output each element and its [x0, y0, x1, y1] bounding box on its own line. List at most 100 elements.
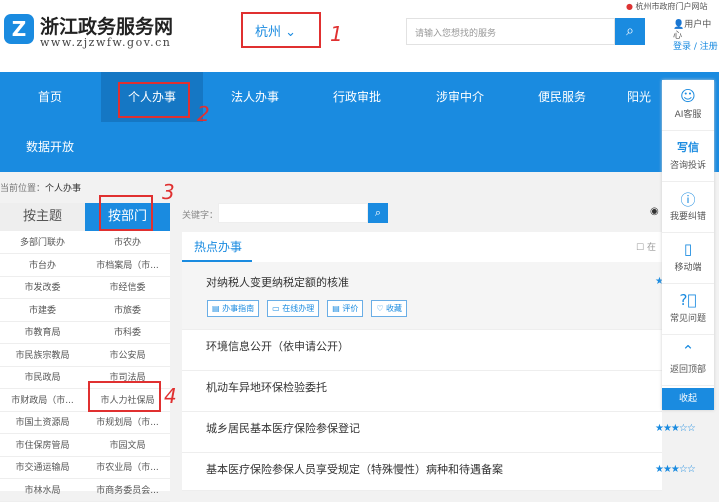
item-actions: ▤ 办事指南 ▭ 在线办理 ▤ 评价 ♡ 收藏 [207, 300, 415, 317]
annotation-box-2 [118, 82, 190, 118]
logo-url: www.zjzwfw.gov.cn [40, 36, 172, 49]
item-title[interactable]: 机动车异地环保检验委托 [206, 381, 327, 394]
nav-open-data[interactable]: 数据开放 [0, 122, 100, 172]
department-item[interactable]: 市经信委 [85, 277, 170, 299]
online-filter-label: 在 [646, 243, 656, 253]
keyword-input[interactable] [218, 203, 368, 223]
department-item[interactable]: 市园文局 [85, 435, 170, 457]
list-item[interactable]: 机动车异地环保检验委托 [182, 371, 662, 412]
back-to-top-icon: ⌃ [681, 342, 695, 360]
mobile-button[interactable]: ▯ 移动端 [662, 233, 714, 284]
gov-portal-link[interactable]: ● 杭州市政府门户网站 [626, 1, 708, 12]
department-item[interactable]: 市台办 [0, 255, 85, 277]
department-item[interactable]: 市旅委 [85, 300, 170, 322]
report-error-button[interactable]: ⓘ 我要纠错 [662, 182, 714, 233]
faq-label: 常见问题 [669, 314, 706, 324]
online-filter-checkbox[interactable]: ☐ 在 [636, 240, 656, 253]
collapse-button[interactable]: 收起 [662, 388, 714, 410]
list-item[interactable]: 对纳税人变更纳税定额的核准 [182, 262, 662, 330]
nav-admin-approval[interactable]: 行政审批 [307, 72, 407, 122]
department-item[interactable]: 市档案局（市... [85, 255, 170, 277]
main-nav: 首页 个人办事 法人办事 行政审批 涉审中介 便民服务 阳光 数据开放 [0, 72, 719, 172]
favorite-label: 收藏 [386, 304, 403, 313]
keyword-search-icon[interactable]: ⌕ [368, 203, 388, 223]
annotation-box-1 [241, 12, 321, 48]
keyword-label: 关键字： [182, 211, 219, 221]
department-item[interactable]: 市交通运输局 [0, 457, 85, 479]
mobile-icon: ▯ [683, 240, 693, 258]
search-input[interactable]: 请输入您想找的服务 [406, 18, 615, 45]
nav-sunshine[interactable]: 阳光 [614, 72, 664, 122]
consult-label: 咨询投诉 [669, 161, 706, 171]
back-to-top-label: 返回顶部 [669, 365, 706, 375]
list-item[interactable]: 环境信息公开（依申请公开） [182, 330, 662, 371]
online-handle-label: 在线办理 [282, 304, 315, 313]
back-to-top-button[interactable]: ⌃ 返回顶部 [662, 335, 714, 386]
report-error-label: 我要纠错 [669, 212, 706, 222]
list-item[interactable]: 城乡居民基本医疗保险参保登记 [182, 412, 662, 453]
annotation-number: 1 [330, 22, 343, 46]
nav-convenience[interactable]: 便民服务 [512, 72, 612, 122]
department-item[interactable]: 市财政局（市... [0, 390, 85, 412]
faq-button[interactable]: ?⃝ 常见问题 [662, 284, 714, 335]
emblem-icon: ● [626, 2, 633, 11]
department-item[interactable]: 市国土资源局 [0, 412, 85, 434]
tab-by-theme[interactable]: 按主题 [0, 203, 85, 231]
search-icon[interactable]: ⌕ [615, 18, 645, 45]
ai-service-button[interactable]: ☺ AI客服 [662, 80, 714, 131]
logo-icon[interactable]: Z [4, 14, 34, 44]
robot-icon: ☺ [680, 87, 696, 105]
annotation-box-4 [88, 381, 161, 412]
department-item[interactable]: 市农办 [85, 232, 170, 254]
rating-stars: ★★★☆☆ [655, 464, 696, 475]
department-panel: 按主题 按部门 多部门联办 市农办 市台办 市档案局（市... 市发改委 市经信委 市建委市… [0, 203, 170, 502]
department-item[interactable]: 市教育局 [0, 322, 85, 344]
annotation-number: 2 [197, 102, 210, 126]
tab-hot-services[interactable]: 热点办事 [194, 238, 242, 255]
nav-corporate[interactable]: 法人办事 [205, 72, 305, 122]
department-item[interactable]: 市规划局（市... [85, 412, 170, 434]
breadcrumb-current: 个人办事 [45, 184, 82, 194]
department-item[interactable]: 市住保房管局 [0, 435, 85, 457]
consult-button[interactable]: 写信 咨询投诉 [662, 131, 714, 182]
ai-service-label: AI客服 [674, 110, 702, 120]
annotation-number: 3 [162, 180, 175, 204]
rate-label: 评价 [342, 304, 359, 313]
gov-portal-label: 杭州市政府门户网站 [635, 2, 708, 11]
logo-title[interactable]: 浙江政务服务网 [40, 12, 173, 39]
online-handle-button[interactable]: ▭ 在线办理 [267, 300, 320, 317]
nav-home[interactable]: 首页 [0, 72, 100, 122]
guide-button[interactable]: ▤ 办事指南 [207, 300, 260, 317]
rating-stars: ★★★☆☆ [655, 423, 696, 434]
user-center: 👤用户中心 登录 / 注册 [673, 20, 718, 52]
department-item[interactable]: 市发改委 [0, 277, 85, 299]
department-item[interactable]: 市民族宗教局 [0, 345, 85, 367]
breadcrumb: 当前位置：个人办事 [0, 181, 81, 194]
breadcrumb-label: 当前位置： [0, 184, 46, 194]
department-item[interactable]: 市建委 [0, 300, 85, 322]
guide-label: 办事指南 [222, 304, 255, 313]
department-item[interactable]: 市公安局 [85, 345, 170, 367]
rate-button[interactable]: ▤ 评价 [327, 300, 364, 317]
department-item[interactable]: 市民政局 [0, 367, 85, 389]
annotation-number: 4 [164, 384, 177, 408]
annotation-box-3 [99, 195, 153, 231]
favorite-button[interactable]: ♡ 收藏 [371, 300, 408, 317]
login-link[interactable]: 登录 [673, 42, 691, 52]
mobile-label: 移动端 [674, 263, 702, 273]
department-item[interactable]: 市科委 [85, 322, 170, 344]
list-item[interactable]: 基本医疗保险参保人员享受规定（特殊慢性）病种和待遇备案 [182, 453, 662, 491]
department-item[interactable]: 市农业局（市... [85, 457, 170, 479]
write-letter-icon: 写信 [677, 141, 699, 154]
item-title[interactable]: 环境信息公开（依申请公开） [206, 340, 349, 353]
radio-button[interactable]: ◉ [650, 206, 659, 217]
item-title[interactable]: 对纳税人变更纳税定额的核准 [206, 276, 349, 289]
user-icon: 👤 [673, 20, 685, 30]
item-title[interactable]: 基本医疗保险参保人员享受规定（特殊慢性）病种和待遇备案 [206, 463, 503, 476]
floating-toolbar: ☺ AI客服 写信咨询投诉 ⓘ 我要纠错 ▯ 移动端 ?⃝ 常见问题 ⌃ 返回顶部 [662, 80, 714, 410]
department-item[interactable]: 多部门联办 [0, 232, 85, 254]
register-link[interactable]: 注册 [700, 42, 718, 52]
nav-intermediary[interactable]: 涉审中介 [410, 72, 510, 122]
info-icon: ⓘ [680, 191, 696, 209]
item-title[interactable]: 城乡居民基本医疗保险参保登记 [206, 422, 360, 435]
